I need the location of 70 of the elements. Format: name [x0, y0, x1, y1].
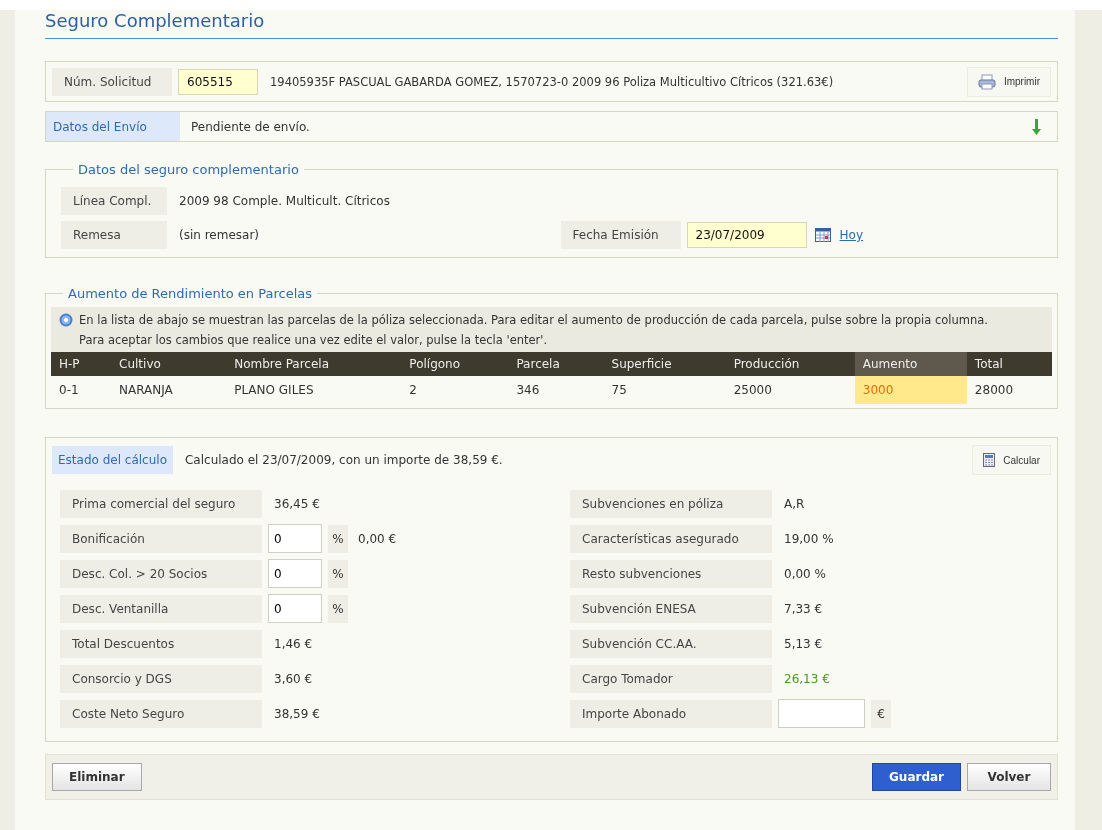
field-value: 19,00 % [783, 531, 834, 546]
down-arrow-icon [1032, 118, 1041, 135]
help-text: En la lista de abajo se muestran las parcelas de la póliza seleccionada. Para editar el aumento de producción de cada parcela, pulse sobre la propia columna. Para aceptar los cambios que realice una vez edite el valor, pulse la tecla 'enter'. [79, 312, 989, 349]
action-button[interactable]: Eliminar [52, 763, 142, 791]
column-header: Nombre Parcela [226, 352, 402, 376]
field-value: 2009 98 Comple. Multicult. Cítricos [178, 194, 390, 208]
print-button[interactable]: Imprimir [966, 66, 1051, 97]
amount-field[interactable]: 0 [268, 594, 322, 623]
highlighted-value: 26,13 € [783, 671, 830, 686]
field-label: Desc. Ventanilla [60, 594, 262, 623]
calculate-button[interactable]: Calcular [972, 445, 1051, 475]
printer-icon [977, 73, 996, 90]
field-label: Consorcio y DGS [60, 664, 262, 693]
field-label: Fecha Emisión [560, 221, 681, 249]
amount-field[interactable]: 0 [268, 524, 322, 553]
section-label: Datos del Envío [46, 112, 180, 141]
table-cell: 25000 [725, 376, 855, 404]
field-label: Importe Abonado [570, 699, 772, 728]
field-value: 1,46 € [273, 636, 313, 651]
unit-label: % [328, 559, 348, 588]
field-value: 36,45 € [273, 496, 320, 511]
field-label: Subvenciones en póliza [570, 489, 772, 518]
field-value: A,R [783, 496, 805, 511]
field-label: Resto subvenciones [570, 559, 772, 588]
today-link[interactable]: Hoy [839, 228, 863, 242]
column-header: Total [966, 352, 1052, 376]
request-number-field[interactable]: 605515 [178, 68, 258, 95]
field-value: (sin remesar) [178, 228, 260, 242]
column-header: Superficie [603, 352, 726, 376]
field-value: 0,00 € [358, 531, 397, 546]
amount-field[interactable] [778, 699, 865, 728]
table-cell: 28000 [966, 376, 1052, 404]
applicant-description: 19405935F PASCUAL GABARDA GOMEZ, 1570723-0 2009 96 Poliza Multicultivo Cítricos (321.63€) [270, 74, 835, 89]
unit-label: € [871, 699, 891, 728]
field-label: Desc. Col. > 20 Socios [60, 559, 262, 588]
field-label: Cargo Tomador [570, 664, 772, 693]
field-value: 0,00 % [783, 566, 826, 581]
field-label: Subvención CC.AA. [570, 629, 772, 658]
action-button[interactable]: Volver [967, 763, 1051, 791]
unit-label: % [328, 594, 348, 623]
field-value: 7,33 € [783, 601, 823, 616]
column-header: Polígono [401, 352, 509, 376]
section-label: Estado del cálculo [52, 446, 173, 474]
column-header: Parcela [508, 352, 604, 376]
field-label: Línea Compl. [61, 187, 167, 215]
column-header: Cultivo [111, 352, 227, 376]
column-header: H-P [51, 352, 112, 376]
calendar-icon [814, 228, 831, 242]
column-header: Aumento [854, 352, 967, 376]
unit-label: % [328, 524, 348, 553]
field-label: Características asegurado [570, 524, 772, 553]
issue-date-field[interactable]: 23/07/2009 [686, 222, 807, 248]
shipping-status: Pendiente de envío. [190, 119, 311, 134]
calculator-icon [983, 453, 996, 467]
amount-field[interactable]: 0 [268, 559, 322, 588]
field-label: Bonificación [60, 524, 262, 553]
field-value: 3,60 € [273, 671, 313, 686]
field-label: Remesa [61, 221, 167, 249]
action-button[interactable]: Guardar [872, 763, 961, 791]
field-label: Total Descuentos [60, 629, 262, 658]
field-value: 5,13 € [783, 636, 823, 651]
field-label: Núm. Solicitud [52, 67, 172, 96]
column-header: Producción [725, 352, 855, 376]
help-icon [59, 313, 73, 327]
field-value: 38,59 € [273, 706, 320, 721]
page-title: Seguro Complementario [45, 10, 265, 32]
field-label: Coste Neto Seguro [60, 699, 262, 728]
field-label: Subvención ENESA [570, 594, 772, 623]
field-label: Prima comercial del seguro [60, 489, 262, 518]
calculation-status: Calculado el 23/07/2009, con un importe de 38,59 €. [184, 453, 504, 467]
